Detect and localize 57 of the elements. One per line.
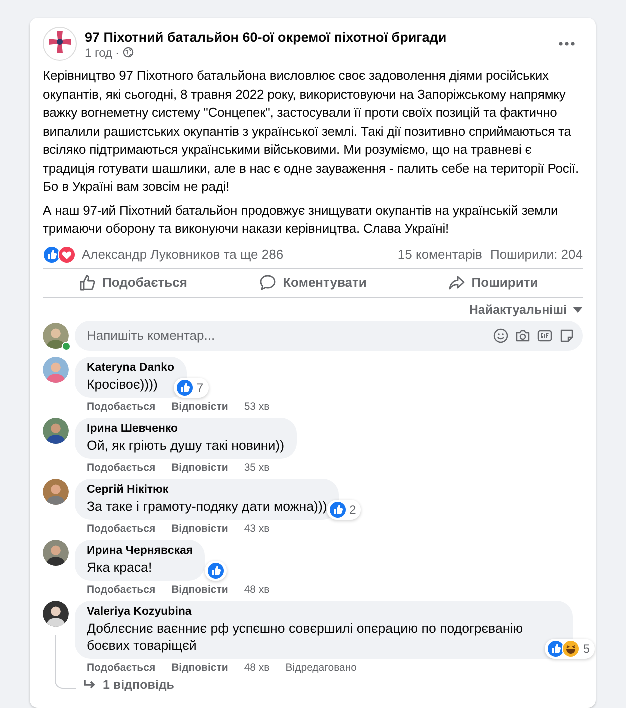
view-replies-link[interactable]: 1 відповідь — [83, 678, 174, 692]
shares-count[interactable]: Поширили: 204 — [490, 247, 583, 262]
reaction-badge[interactable]: 2 — [326, 500, 362, 520]
like-link[interactable]: Подобається — [87, 662, 156, 674]
page-name[interactable]: 97 Піхотний батальйон 60-ої окремої піхотної бригади — [85, 28, 543, 46]
like-link[interactable]: Подобається — [87, 584, 156, 596]
comment-text: За таке і грамоту-подяку дати можна))) — [87, 498, 328, 514]
sticker-icon[interactable] — [559, 328, 575, 344]
comment-text: Доблєсниє ваєнниє рф успєшно совєршилі опєрацию по подогрєванію боєвих товаріщєй — [87, 620, 524, 654]
thumbs-up-icon — [78, 274, 97, 292]
avatar[interactable] — [43, 540, 69, 566]
avatar[interactable] — [43, 600, 69, 626]
reply-link[interactable]: Відповісти — [172, 662, 228, 674]
gif-icon[interactable] — [537, 328, 553, 344]
reaction-badge[interactable]: 5 — [545, 638, 595, 658]
comment-button[interactable]: Коментувати — [223, 270, 403, 294]
sort-dropdown[interactable]: Найактуальніші — [469, 302, 583, 316]
comments-count[interactable]: 15 коментарів — [398, 247, 482, 262]
share-arrow-icon — [448, 274, 466, 292]
like-link[interactable]: Подобається — [87, 522, 156, 534]
commenter-name[interactable]: Valeriya Kozyubina — [87, 604, 561, 620]
camera-icon[interactable] — [515, 328, 531, 344]
emoji-icon[interactable] — [493, 328, 509, 344]
post-time[interactable]: 1 год — [85, 46, 113, 60]
like-link[interactable]: Подобається — [87, 462, 156, 474]
commenter-name[interactable]: Kateryna Danko — [87, 360, 175, 376]
edited-label: Відредаговано — [286, 662, 358, 674]
comment-input-field[interactable]: Напишіть коментар... — [75, 320, 583, 350]
reaction-badge[interactable]: 7 — [174, 378, 209, 398]
comment-time[interactable]: 53 хв — [244, 400, 270, 412]
comment-time[interactable]: 35 хв — [244, 462, 270, 474]
reply-link[interactable]: Відповісти — [172, 400, 228, 412]
speech-bubble-icon — [259, 274, 278, 292]
like-button[interactable]: Подобається — [43, 270, 223, 294]
post-paragraph: Керівництво 97 Піхотного батальйона висловлює своє задоволення діями російських окупантів, які сьогодні, 8 травня 2022 року, використовуючи на Запоріжському напрямку важку вогнеметну систему "Сонцепек", застосували її проти своїх позицій та фактично випалили рашистських окупантів з української землі. Такі дії позитивно сприймаються та всіляко підтримаються українськими військовими. Ми розуміємо, що на травневі є традиція готувати шашлики, але в нас є одне зауваження - палить себе на території Росії. Бо в Україні вам зовсім не раді! — [43, 67, 580, 196]
comment-time[interactable]: 48 хв — [244, 584, 270, 596]
reply-arrow-icon — [83, 678, 97, 690]
page-emblem-icon[interactable] — [43, 27, 77, 61]
globe-icon — [122, 47, 134, 58]
dropdown-caret-icon — [573, 306, 583, 312]
reply-link[interactable]: Відповісти — [172, 522, 228, 534]
reactions-summary[interactable]: Александр Луковников та ще 286 — [82, 247, 398, 262]
share-button[interactable]: Поширити — [403, 270, 583, 294]
commenter-name[interactable]: Ирина Чернявская — [87, 544, 194, 558]
comment-text: Ой, як гріють душу такі новини)) — [87, 436, 285, 454]
like-link[interactable]: Подобається — [87, 400, 156, 412]
post-paragraph: А наш 97-ий Піхотний батальйон продовжує знищувати окупантів на українській земли тримаючи оборону та виконуючи накази керівництва. Слава Україні! — [43, 202, 560, 238]
comment-time[interactable]: 48 хв — [244, 662, 270, 674]
comment-text: Яка краса! — [87, 558, 154, 576]
separator-dot: · — [116, 46, 120, 60]
commenter-name[interactable]: Ірина Шевченко — [87, 422, 285, 436]
comment-text: Кросівоє)))) — [87, 376, 159, 392]
commenter-name[interactable]: Сергій Нікітюк — [87, 482, 328, 498]
reply-link[interactable]: Відповісти — [172, 462, 228, 474]
avatar[interactable] — [43, 418, 69, 444]
comment-time[interactable]: 43 хв — [244, 522, 270, 534]
reply-link[interactable]: Відповісти — [172, 584, 228, 596]
